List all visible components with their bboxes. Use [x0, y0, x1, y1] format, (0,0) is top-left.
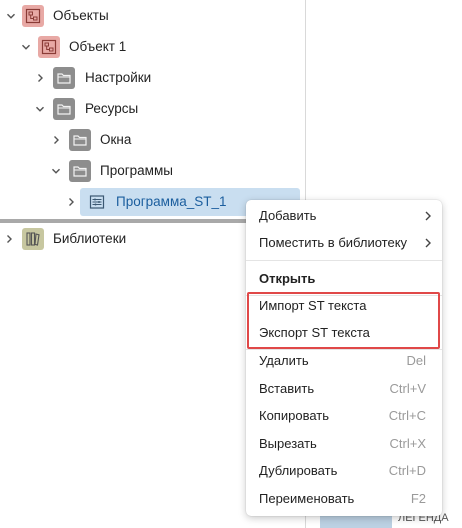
tree-node-label: Объекты: [53, 8, 109, 23]
menu-item-duplicate[interactable]: Дублировать Ctrl+D: [246, 457, 442, 484]
tree-node-label: Объект 1: [69, 39, 127, 54]
chevron-right-icon[interactable]: [64, 195, 78, 209]
menu-item-delete[interactable]: Удалить Del: [246, 347, 442, 374]
menu-item-label: Поместить в библиотеку: [259, 235, 408, 250]
menu-item-label: Открыть: [259, 271, 316, 286]
menu-item-place-in-library[interactable]: Поместить в библиотеку: [246, 229, 442, 256]
chevron-down-icon[interactable]: [4, 9, 18, 23]
menu-separator: [246, 260, 442, 261]
menu-item-shortcut: Ctrl+X: [389, 436, 426, 451]
menu-item-copy[interactable]: Копировать Ctrl+C: [246, 402, 442, 429]
highlight-box: [247, 292, 440, 349]
chevron-down-icon[interactable]: [19, 40, 33, 54]
tree-node-label: Программа_ST_1: [116, 194, 227, 209]
chevron-right-icon[interactable]: [2, 232, 16, 246]
tree-node-label: Ресурсы: [85, 101, 139, 116]
chevron-right-icon: [425, 238, 431, 247]
menu-item-shortcut: F2: [410, 491, 426, 506]
menu-item-shortcut: Ctrl+V: [389, 381, 426, 396]
chevron-down-icon[interactable]: [33, 102, 47, 116]
chevron-right-icon: [425, 211, 431, 220]
menu-item-cut[interactable]: Вырезать Ctrl+X: [246, 430, 442, 457]
tree-node-label: Программы: [100, 163, 173, 178]
folder-icon: [53, 98, 75, 120]
tree-node-label: Окна: [100, 132, 132, 147]
folder-icon: [69, 160, 91, 182]
menu-item-add[interactable]: Добавить: [246, 202, 442, 229]
tree-node-windows[interactable]: Окна: [0, 126, 305, 154]
tree-node-label: Настройки: [85, 70, 152, 85]
tree-node-programs[interactable]: Программы: [0, 157, 305, 185]
menu-item-shortcut: Ctrl+C: [388, 408, 426, 423]
menu-item-rename[interactable]: Переименовать F2: [246, 485, 442, 512]
tree-node-settings[interactable]: Настройки: [0, 64, 305, 92]
tree-node-resources[interactable]: Ресурсы: [0, 95, 305, 123]
menu-item-label: Дублировать: [259, 463, 338, 478]
menu-item-label: Вставить: [259, 381, 315, 396]
chevron-down-icon[interactable]: [49, 164, 63, 178]
chevron-right-icon[interactable]: [49, 133, 63, 147]
program-flow-icon: [86, 191, 108, 213]
menu-item-label: Переименовать: [259, 491, 355, 506]
menu-item-paste[interactable]: Вставить Ctrl+V: [246, 375, 442, 402]
object-tree-panel: Объекты Объект 1 Настройки Ресурсы Окна …: [0, 0, 305, 220]
menu-item-label: Копировать: [259, 408, 329, 423]
menu-item-shortcut: Ctrl+D: [388, 463, 426, 478]
folder-icon: [53, 67, 75, 89]
context-menu: Добавить Поместить в библиотеку Открыть …: [246, 200, 442, 516]
menu-item-label: Вырезать: [259, 436, 317, 451]
chevron-right-icon[interactable]: [33, 71, 47, 85]
tree-node-objects[interactable]: Объекты: [0, 2, 305, 30]
hierarchy-icon: [22, 5, 44, 27]
folder-icon: [69, 129, 91, 151]
menu-item-label: Удалить: [259, 353, 309, 368]
menu-item-label: Добавить: [259, 208, 317, 223]
library-icon: [22, 228, 44, 250]
tree-node-object1[interactable]: Объект 1: [0, 33, 305, 61]
hierarchy-icon: [38, 36, 60, 58]
tree-node-label: Библиотеки: [53, 231, 127, 246]
menu-item-shortcut: Del: [406, 353, 426, 368]
menu-item-open[interactable]: Открыть: [246, 265, 442, 292]
